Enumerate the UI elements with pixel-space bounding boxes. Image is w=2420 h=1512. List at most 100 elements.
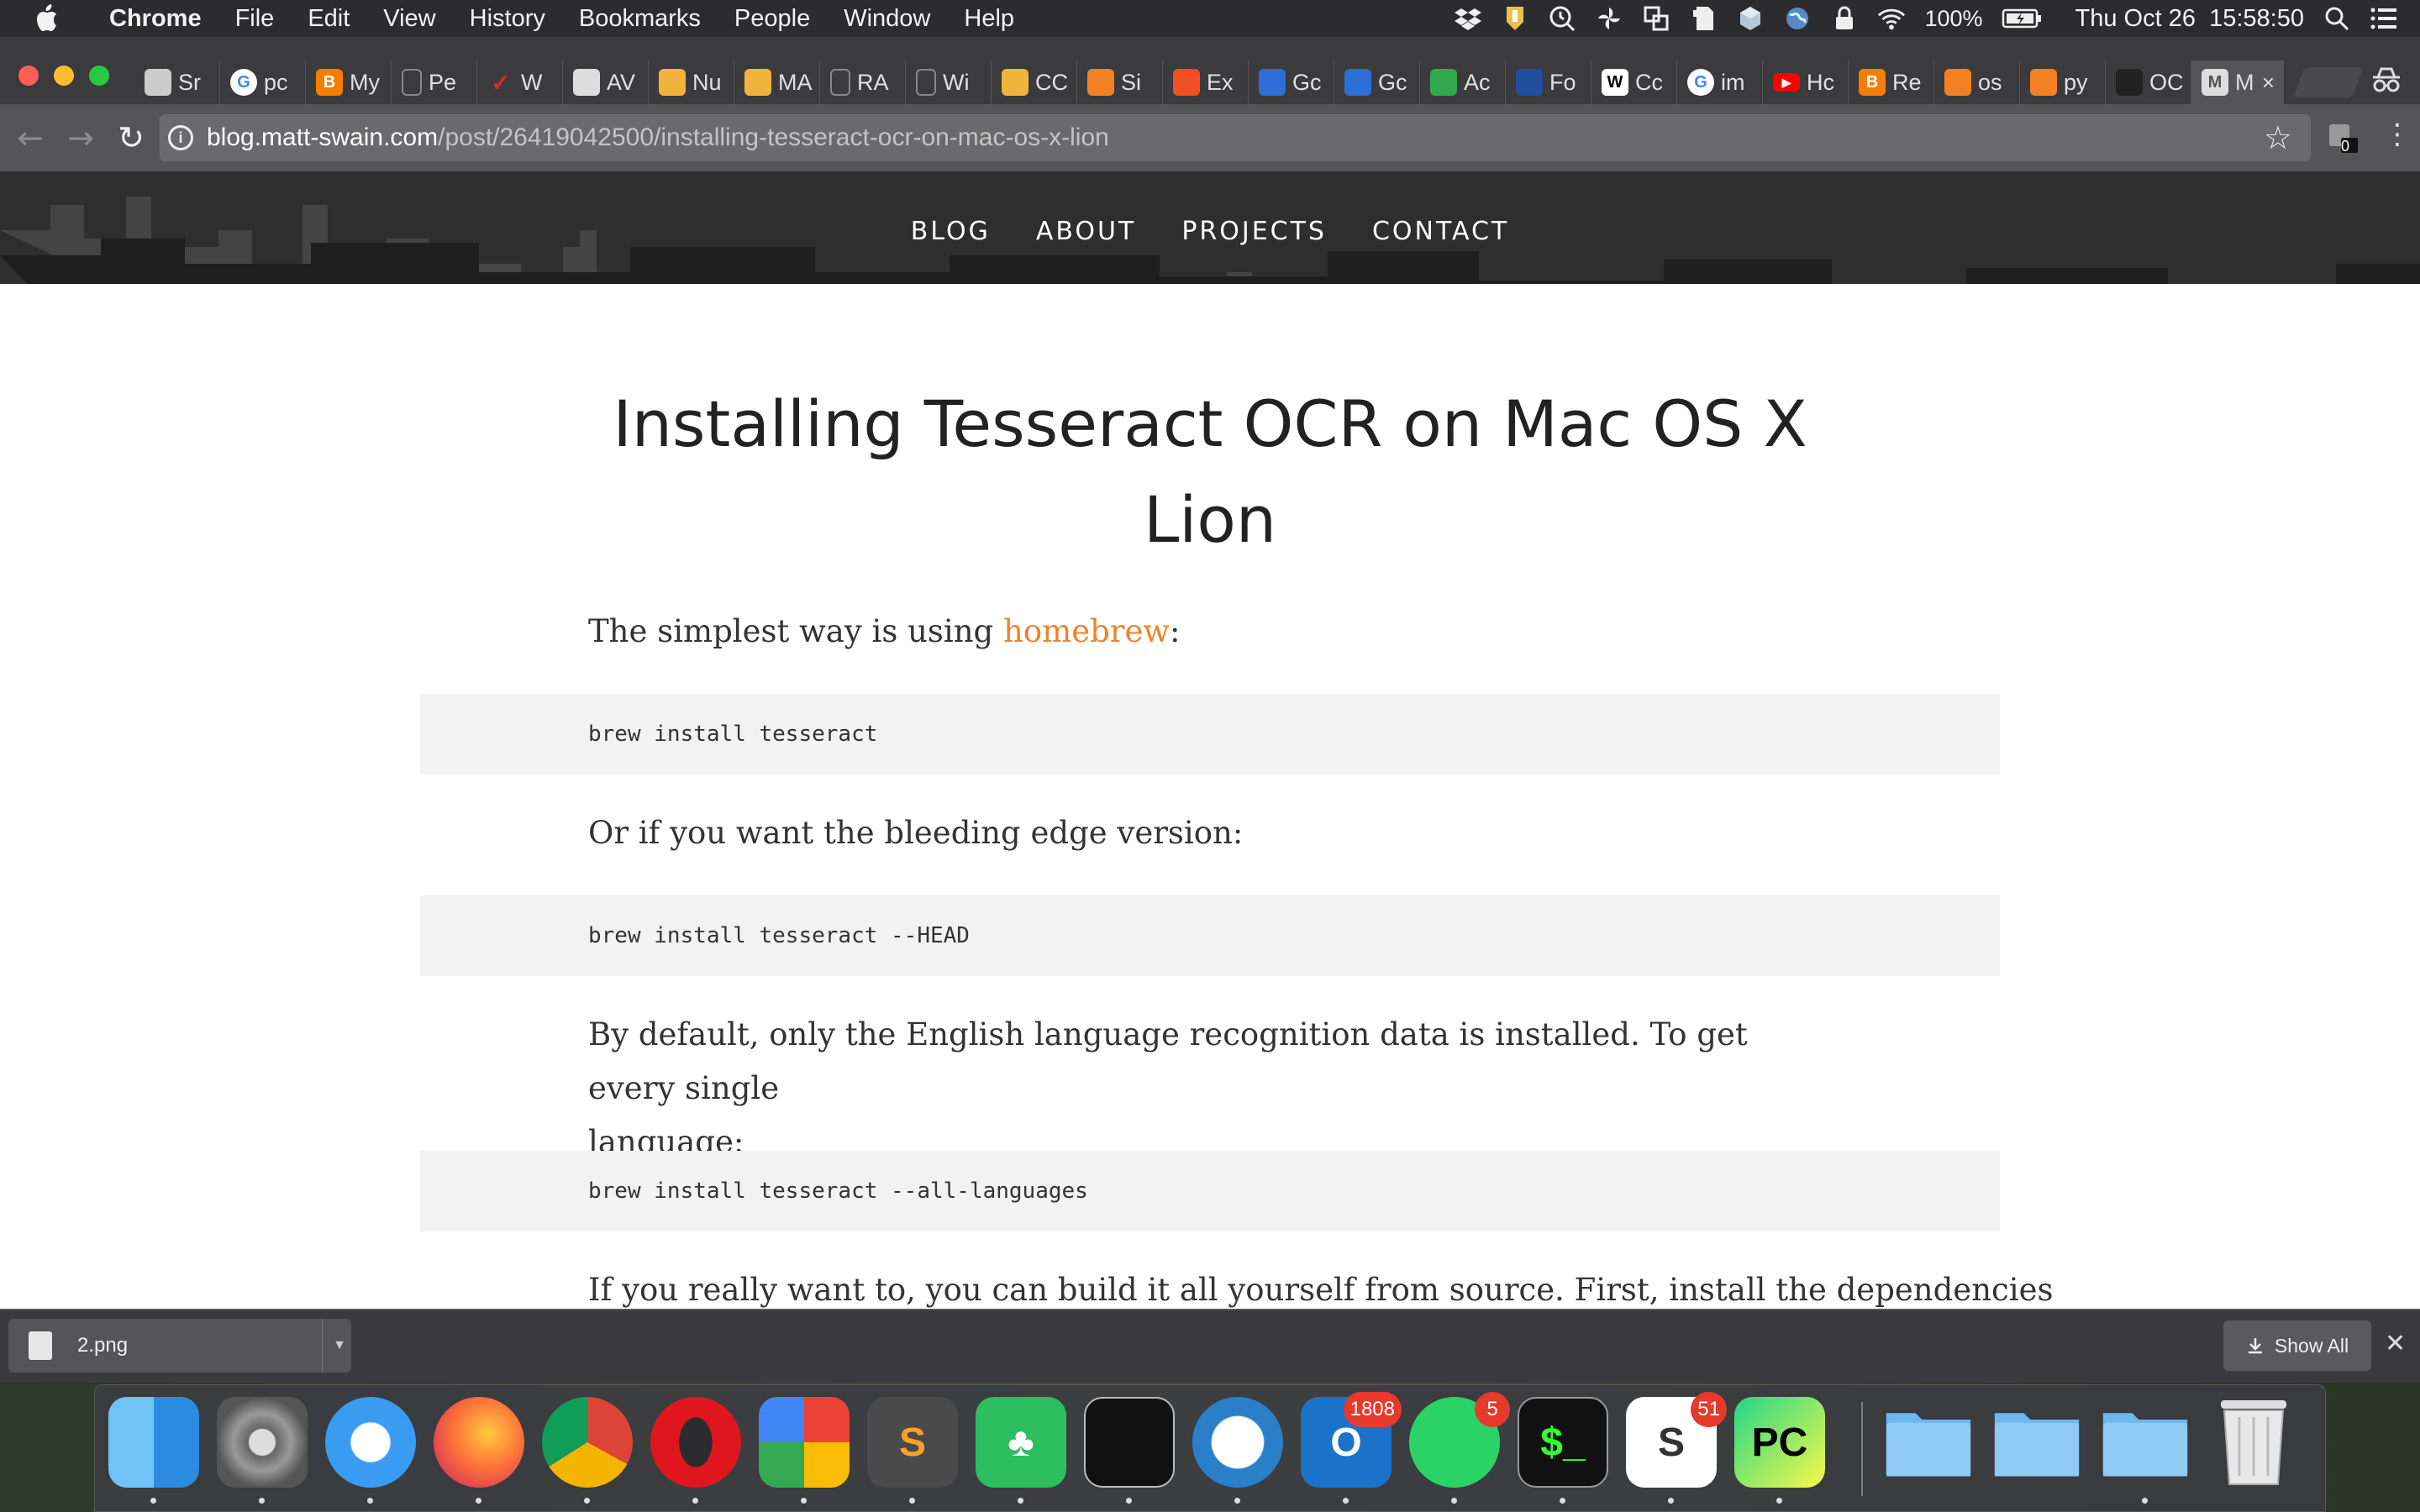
tab-label: Ex	[1207, 69, 1234, 95]
site-navigation: BLOG ABOUT PROJECTS CONTACT	[0, 171, 2420, 284]
forward-arrow-icon[interactable]: →	[55, 113, 106, 163]
bookmark-star-icon[interactable]: ☆	[2264, 119, 2292, 157]
close-window-button[interactable]	[18, 66, 39, 86]
menu-window[interactable]: Window	[827, 5, 947, 33]
spotlight-search-icon[interactable]	[2323, 4, 2351, 33]
firefox-icon[interactable]	[434, 1397, 524, 1488]
tab-0[interactable]: Sr	[134, 60, 220, 104]
tab-2[interactable]: B My	[306, 60, 392, 104]
apple-menu-icon[interactable]	[0, 4, 92, 33]
sublime-icon[interactable]: S	[867, 1397, 958, 1488]
slack-icon[interactable]: S 51	[1626, 1392, 1727, 1488]
battery-icon[interactable]	[2002, 4, 2042, 33]
tab-18[interactable]: Gim	[1677, 60, 1763, 104]
pinwheel-icon[interactable]	[1595, 4, 1623, 33]
tab-17[interactable]: W Cc	[1591, 60, 1677, 104]
tab-24[interactable]: M M ×	[2191, 60, 2284, 104]
downloads-folder-icon[interactable]	[2100, 1397, 2191, 1488]
site-info-icon[interactable]: i	[168, 125, 193, 150]
chrome-menu-icon[interactable]: ⋮	[2383, 118, 2412, 151]
download-item[interactable]: 2.png ▼	[8, 1319, 351, 1373]
menu-app-name[interactable]: Chrome	[92, 5, 218, 33]
tab-22[interactable]: py	[2020, 60, 2106, 104]
applications-folder-icon[interactable]	[1883, 1397, 1974, 1488]
lock-icon[interactable]	[1830, 4, 1859, 33]
tab-7[interactable]: MA	[734, 60, 820, 104]
compass-icon[interactable]	[325, 1397, 416, 1488]
new-tab-button[interactable]	[2293, 67, 2364, 97]
menu-view[interactable]: View	[366, 5, 452, 33]
house-icon	[1259, 69, 1286, 96]
show-all-downloads-button[interactable]: Show All	[2223, 1320, 2371, 1371]
tab-15[interactable]: Ac	[1420, 60, 1506, 104]
gear-icon[interactable]	[217, 1397, 308, 1488]
keychain-icon[interactable]	[1501, 4, 1529, 33]
menu-history[interactable]: History	[453, 5, 562, 33]
tab-6[interactable]: Nu	[649, 60, 734, 104]
tab-19[interactable]: ▶ Hc	[1763, 60, 1849, 104]
menu-bookmarks[interactable]: Bookmarks	[562, 5, 718, 33]
tab-8[interactable]: RA	[820, 60, 906, 104]
tab-9[interactable]: Wi	[906, 60, 992, 104]
tab-16[interactable]: Fo	[1506, 60, 1591, 104]
wifi-icon[interactable]	[1877, 4, 1906, 33]
tab-12[interactable]: Ex	[1163, 60, 1249, 104]
blog-header: BLOG ABOUT PROJECTS CONTACT	[0, 171, 2420, 284]
tab-4[interactable]: ✓ W	[477, 60, 563, 104]
tab-23[interactable]: OC	[2106, 60, 2191, 104]
dropbox-icon[interactable]	[1454, 4, 1482, 33]
app-launcher-icon[interactable]	[759, 1397, 850, 1488]
window-stack-icon[interactable]	[1642, 4, 1670, 33]
google-icon: G	[1687, 69, 1714, 96]
close-shelf-icon[interactable]: ✕	[2385, 1329, 2406, 1358]
image-file-icon	[29, 1331, 52, 1360]
trash-icon[interactable]	[2208, 1397, 2299, 1488]
terminal-icon[interactable]: $_	[1518, 1397, 1608, 1488]
homebrew-link[interactable]: homebrew	[1003, 613, 1170, 649]
tab-14[interactable]: Gc	[1334, 60, 1420, 104]
tab-13[interactable]: Gc	[1249, 60, 1334, 104]
pycharm-icon[interactable]: PC	[1734, 1397, 1825, 1488]
code-block-install: brew install tesseract	[420, 694, 2000, 774]
network-icon[interactable]	[1192, 1397, 1283, 1488]
zoom-window-button[interactable]	[89, 66, 109, 86]
back-arrow-icon[interactable]: ←	[5, 113, 55, 163]
nav-blog-link[interactable]: BLOG	[911, 217, 991, 246]
nav-projects-link[interactable]: PROJECTS	[1181, 217, 1327, 246]
reload-icon[interactable]: ↻	[106, 113, 156, 163]
menu-file[interactable]: File	[218, 5, 292, 33]
download-options-chevron-icon[interactable]: ▼	[322, 1319, 346, 1373]
chrome-icon[interactable]	[542, 1397, 633, 1488]
cube-icon[interactable]	[1736, 4, 1765, 33]
tab-10[interactable]: CC	[992, 60, 1077, 104]
documents-folder-icon[interactable]	[1991, 1397, 2082, 1488]
magnifier-clock-icon[interactable]	[1548, 4, 1576, 33]
tab-11[interactable]: Si	[1077, 60, 1163, 104]
tab-3[interactable]: Pe	[392, 60, 477, 104]
globe-icon[interactable]	[1783, 4, 1812, 33]
tab-20[interactable]: B Re	[1849, 60, 1934, 104]
nav-contact-link[interactable]: CONTACT	[1372, 217, 1509, 246]
finder-icon[interactable]	[108, 1397, 199, 1488]
minimize-window-button[interactable]	[54, 66, 74, 86]
opera-icon[interactable]	[650, 1397, 741, 1488]
clock[interactable]: Thu Oct 26 15:58:50	[2075, 5, 2304, 33]
tab-21[interactable]: os	[1934, 60, 2020, 104]
menu-help[interactable]: Help	[947, 5, 1031, 33]
notification-center-icon[interactable]	[2370, 4, 2398, 33]
address-bar[interactable]: i blog.matt-swain.com/post/26419042500/i…	[160, 114, 2311, 161]
menu-people[interactable]: People	[718, 5, 827, 33]
tab-5[interactable]: AV	[563, 60, 649, 104]
nav-about-link[interactable]: ABOUT	[1036, 217, 1136, 246]
quest-icon[interactable]	[1084, 1397, 1175, 1488]
running-indicator	[259, 1498, 265, 1504]
incognito-icon[interactable]	[2370, 67, 2403, 92]
whatsapp-icon[interactable]: 5	[1409, 1392, 1510, 1488]
evernote-menu-icon[interactable]	[1689, 4, 1718, 33]
evernote-icon[interactable]: ♣	[976, 1397, 1066, 1488]
running-indicator	[476, 1498, 481, 1504]
outlook-icon[interactable]: O 1808	[1301, 1392, 1402, 1488]
close-tab-icon[interactable]: ×	[2262, 70, 2275, 96]
menu-edit[interactable]: Edit	[291, 5, 366, 33]
tab-1[interactable]: Gpc	[220, 60, 306, 104]
